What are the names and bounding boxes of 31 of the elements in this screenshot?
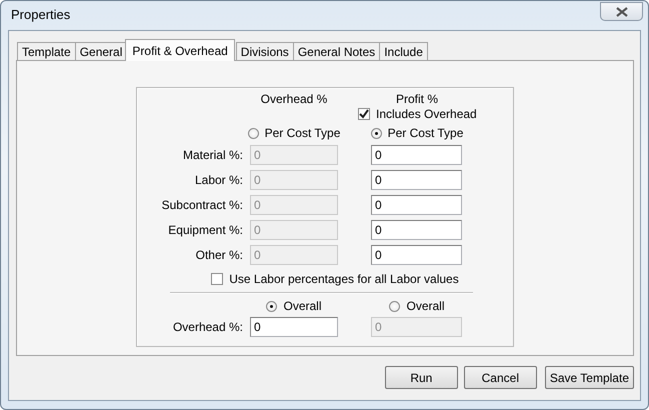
field-label: Labor %: xyxy=(194,173,244,187)
tab[interactable]: Template xyxy=(17,42,76,61)
column-heading: Overhead % xyxy=(260,92,328,106)
dialog-button[interactable]: Run xyxy=(384,366,458,389)
checkbox[interactable]: Includes Overhead xyxy=(358,107,477,121)
input-field[interactable]: 0 xyxy=(371,170,462,190)
radio-button[interactable]: Per Cost Type xyxy=(248,126,340,140)
field-label: Subcontract %: xyxy=(160,198,244,212)
checkbox[interactable]: Use Labor percentages for all Labor values xyxy=(211,272,459,286)
field-label: Overhead %: xyxy=(172,320,244,334)
field-label: Equipment %: xyxy=(167,223,244,237)
field-label: Material %: xyxy=(182,148,244,162)
check-icon xyxy=(359,109,369,119)
tab[interactable]: Profit & Overhead xyxy=(125,39,235,61)
radio-button[interactable]: Overall xyxy=(389,299,444,313)
dialog-button[interactable]: Cancel xyxy=(464,366,537,389)
input-field[interactable]: 0 xyxy=(371,195,462,215)
dialog-button[interactable]: Save Template xyxy=(544,366,634,389)
input-field[interactable]: 0 xyxy=(250,317,338,337)
column-heading: Profit % xyxy=(394,92,439,106)
close-button[interactable] xyxy=(600,2,643,21)
radio-button[interactable]: Overall xyxy=(266,299,322,313)
tab[interactable]: Include xyxy=(379,42,428,61)
field-label: Other %: xyxy=(194,248,244,262)
input-field[interactable]: 0 xyxy=(371,220,462,240)
tab[interactable]: Divisions xyxy=(236,42,294,61)
input-field[interactable]: 0 xyxy=(371,145,462,165)
close-icon xyxy=(616,6,628,16)
input-field[interactable]: 0 xyxy=(371,245,462,265)
window-title: Properties xyxy=(11,7,70,22)
radio-button[interactable]: Per Cost Type xyxy=(370,126,464,140)
